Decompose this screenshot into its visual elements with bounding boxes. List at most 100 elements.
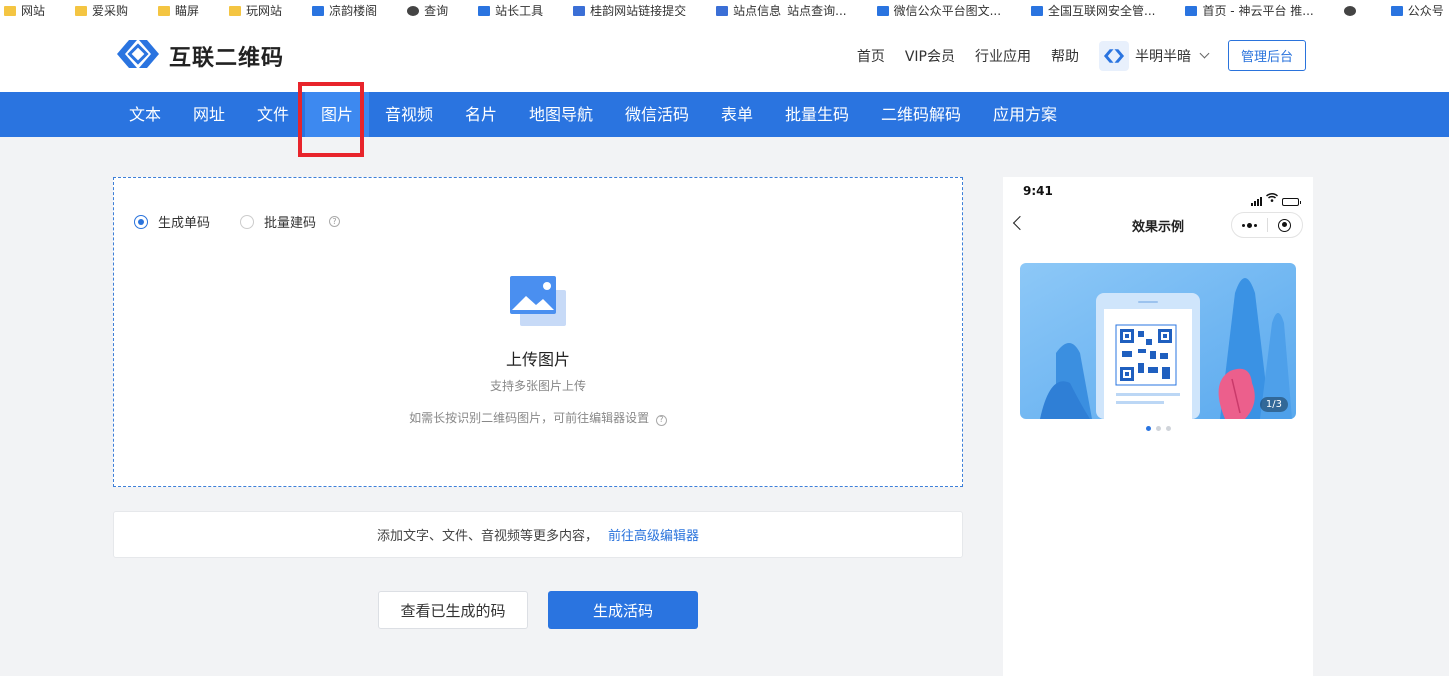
upload-area[interactable]: 生成单码 批量建码 ? 上传图片 支持多张图片上传 如需长按识别二维码图片，可前… bbox=[113, 177, 963, 487]
paw-icon bbox=[573, 6, 586, 16]
bookmark-item[interactable]: 瞄屏 bbox=[158, 0, 199, 16]
tab-wechat-live-code[interactable]: 微信活码 bbox=[609, 92, 705, 137]
radio-single-code[interactable]: 生成单码 bbox=[134, 212, 210, 231]
bookmark-label: 凉韵楼阁 bbox=[329, 4, 378, 16]
bookmark-label: 瞄屏 bbox=[175, 4, 200, 16]
carousel-dot[interactable] bbox=[1165, 426, 1171, 431]
bookmark-label: 站长工具 bbox=[495, 4, 544, 16]
bookmark-label: 查询 bbox=[424, 4, 449, 16]
bookmark-label: 爱采购 bbox=[92, 4, 129, 16]
tab-batch-generate[interactable]: 批量生码 bbox=[769, 92, 865, 137]
user-name: 半明半暗 bbox=[1135, 48, 1191, 65]
bookmark-label: 全国互联网安全管... bbox=[1048, 4, 1156, 16]
bookmark-label: 公众号 bbox=[1407, 4, 1444, 16]
bookmark-label: 首页 - 神云平台 推... bbox=[1202, 4, 1314, 16]
nav-industry[interactable]: 行业应用 bbox=[975, 46, 1031, 66]
bookmark-item[interactable]: 公众号 bbox=[1390, 0, 1444, 16]
image-upload-icon[interactable] bbox=[510, 276, 568, 332]
chevron-down-icon bbox=[1199, 48, 1210, 59]
status-icons bbox=[1251, 187, 1301, 206]
carousel-dot[interactable] bbox=[1145, 426, 1151, 431]
site-icon bbox=[312, 6, 325, 16]
miniprogram-capsule bbox=[1231, 212, 1303, 238]
bookmark-item[interactable]: 站长工具 bbox=[478, 0, 543, 16]
globe-icon bbox=[1343, 6, 1356, 16]
mode-radios: 生成单码 批量建码 ? bbox=[134, 212, 341, 231]
tab-audio-video[interactable]: 音视频 bbox=[369, 92, 449, 137]
bookmark-item[interactable]: 全国互联网安全管... bbox=[1031, 0, 1155, 16]
bookmark-item[interactable]: 桂韵网站链接提交 bbox=[573, 0, 686, 16]
folder-icon bbox=[75, 6, 88, 16]
radio-batch-label: 批量建码 bbox=[264, 216, 317, 231]
bookmark-item[interactable]: 凉韵楼阁 bbox=[312, 0, 377, 16]
globe-icon bbox=[407, 6, 420, 16]
bookmark-item[interactable] bbox=[1343, 0, 1361, 16]
radio-batch-code[interactable]: 批量建码 ? bbox=[240, 212, 341, 231]
site-logo[interactable]: 互联二维码 bbox=[115, 36, 284, 76]
bookmark-label: 玩网站 bbox=[246, 4, 283, 16]
signal-icon bbox=[1251, 197, 1262, 206]
banner-illustration bbox=[1020, 263, 1296, 419]
radio-dot bbox=[240, 214, 255, 229]
site-icon bbox=[1185, 6, 1198, 16]
bookmark-label: 微信公众平台图文... bbox=[893, 4, 1002, 16]
close-target-icon[interactable] bbox=[1267, 213, 1302, 237]
site-icon bbox=[876, 6, 889, 16]
bookmark-label: 站点信息_站点查询... bbox=[733, 4, 847, 16]
bookmark-item[interactable]: 玩网站 bbox=[229, 0, 282, 16]
tab-form[interactable]: 表单 bbox=[705, 92, 769, 137]
tab-business-card[interactable]: 名片 bbox=[449, 92, 513, 137]
site-icon bbox=[1031, 6, 1044, 16]
carousel-dot[interactable] bbox=[1155, 426, 1161, 431]
tab-image[interactable]: 图片 bbox=[305, 92, 369, 137]
carousel-dots bbox=[1003, 426, 1313, 431]
tab-text[interactable]: 文本 bbox=[113, 92, 177, 137]
nav-vip[interactable]: VIP会员 bbox=[905, 46, 955, 66]
phone-preview: 9:41 效果示例 1/3 bbox=[1003, 177, 1313, 676]
tab-solutions[interactable]: 应用方案 bbox=[977, 92, 1073, 137]
category-bar: 文本 网址 文件 图片 音视频 名片 地图导航 微信活码 表单 批量生码 二维码… bbox=[0, 92, 1449, 137]
bookmark-item[interactable]: 微信公众平台图文... bbox=[876, 0, 1002, 16]
tab-qr-decode[interactable]: 二维码解码 bbox=[865, 92, 977, 137]
user-menu[interactable]: 半明半暗 bbox=[1099, 40, 1210, 71]
radio-dot-selected bbox=[134, 214, 148, 229]
admin-button[interactable]: 管理后台 bbox=[1228, 40, 1306, 71]
bookmark-label: 桂韵网站链接提交 bbox=[590, 4, 687, 16]
tab-map-navigation[interactable]: 地图导航 bbox=[513, 92, 609, 137]
nav-help[interactable]: 帮助 bbox=[1051, 46, 1079, 66]
preview-banner[interactable]: 1/3 bbox=[1020, 263, 1296, 419]
status-time: 9:41 bbox=[1023, 184, 1053, 198]
logo-text: 互联二维码 bbox=[169, 46, 285, 71]
advanced-editor-link[interactable]: 前往高级编辑器 bbox=[608, 525, 699, 544]
avatar bbox=[1099, 40, 1129, 71]
upload-hint: 如需长按识别二维码图片，可前往编辑器设置 ? bbox=[114, 409, 962, 426]
wifi-icon bbox=[1265, 187, 1279, 206]
tab-file[interactable]: 文件 bbox=[241, 92, 305, 137]
carousel-pager: 1/3 bbox=[1259, 397, 1288, 412]
more-icon[interactable] bbox=[1232, 213, 1267, 237]
advanced-editor-bar: 添加文字、文件、音视频等更多内容， 前往高级编辑器 bbox=[113, 511, 963, 558]
bookmark-item[interactable]: 站点信息_站点查询... bbox=[716, 0, 847, 16]
view-generated-button[interactable]: 查看已生成的码 bbox=[378, 591, 528, 629]
bookmark-item[interactable]: 首页 - 神云平台 推... bbox=[1185, 0, 1314, 16]
bookmark-item[interactable]: 查询 bbox=[407, 0, 448, 16]
tab-url[interactable]: 网址 bbox=[177, 92, 241, 137]
help-icon[interactable]: ? bbox=[329, 216, 341, 227]
site-header: 互联二维码 首页 VIP会员 行业应用 帮助 半明半暗 管理后台 bbox=[0, 16, 1449, 92]
radio-single-label: 生成单码 bbox=[158, 216, 211, 231]
nav-home[interactable]: 首页 bbox=[857, 46, 885, 66]
logo-icon bbox=[115, 36, 161, 76]
top-nav: 首页 VIP会员 行业应用 帮助 半明半暗 管理后台 bbox=[857, 40, 1306, 71]
bookmark-item[interactable]: 网站 bbox=[4, 0, 45, 16]
advanced-editor-text: 添加文字、文件、音视频等更多内容， bbox=[376, 529, 598, 544]
upload-subtitle: 支持多张图片上传 bbox=[489, 379, 586, 393]
help-icon[interactable]: ? bbox=[655, 414, 667, 426]
bookmark-item[interactable]: 爱采购 bbox=[75, 0, 128, 16]
upload-title: 上传图片 bbox=[505, 350, 570, 369]
upload-hint-text: 如需长按识别二维码图片，可前往编辑器设置 bbox=[409, 411, 650, 425]
bookmarks-bar: 网站 爱采购 瞄屏 玩网站 凉韵楼阁 查询 站长工具 桂韵网站链接提交 站点信息_站点查询...… bbox=[0, 0, 1449, 16]
battery-icon bbox=[1282, 198, 1301, 206]
folder-icon bbox=[229, 6, 242, 16]
bookmark-label: 网站 bbox=[21, 4, 46, 16]
generate-button[interactable]: 生成活码 bbox=[548, 591, 698, 629]
